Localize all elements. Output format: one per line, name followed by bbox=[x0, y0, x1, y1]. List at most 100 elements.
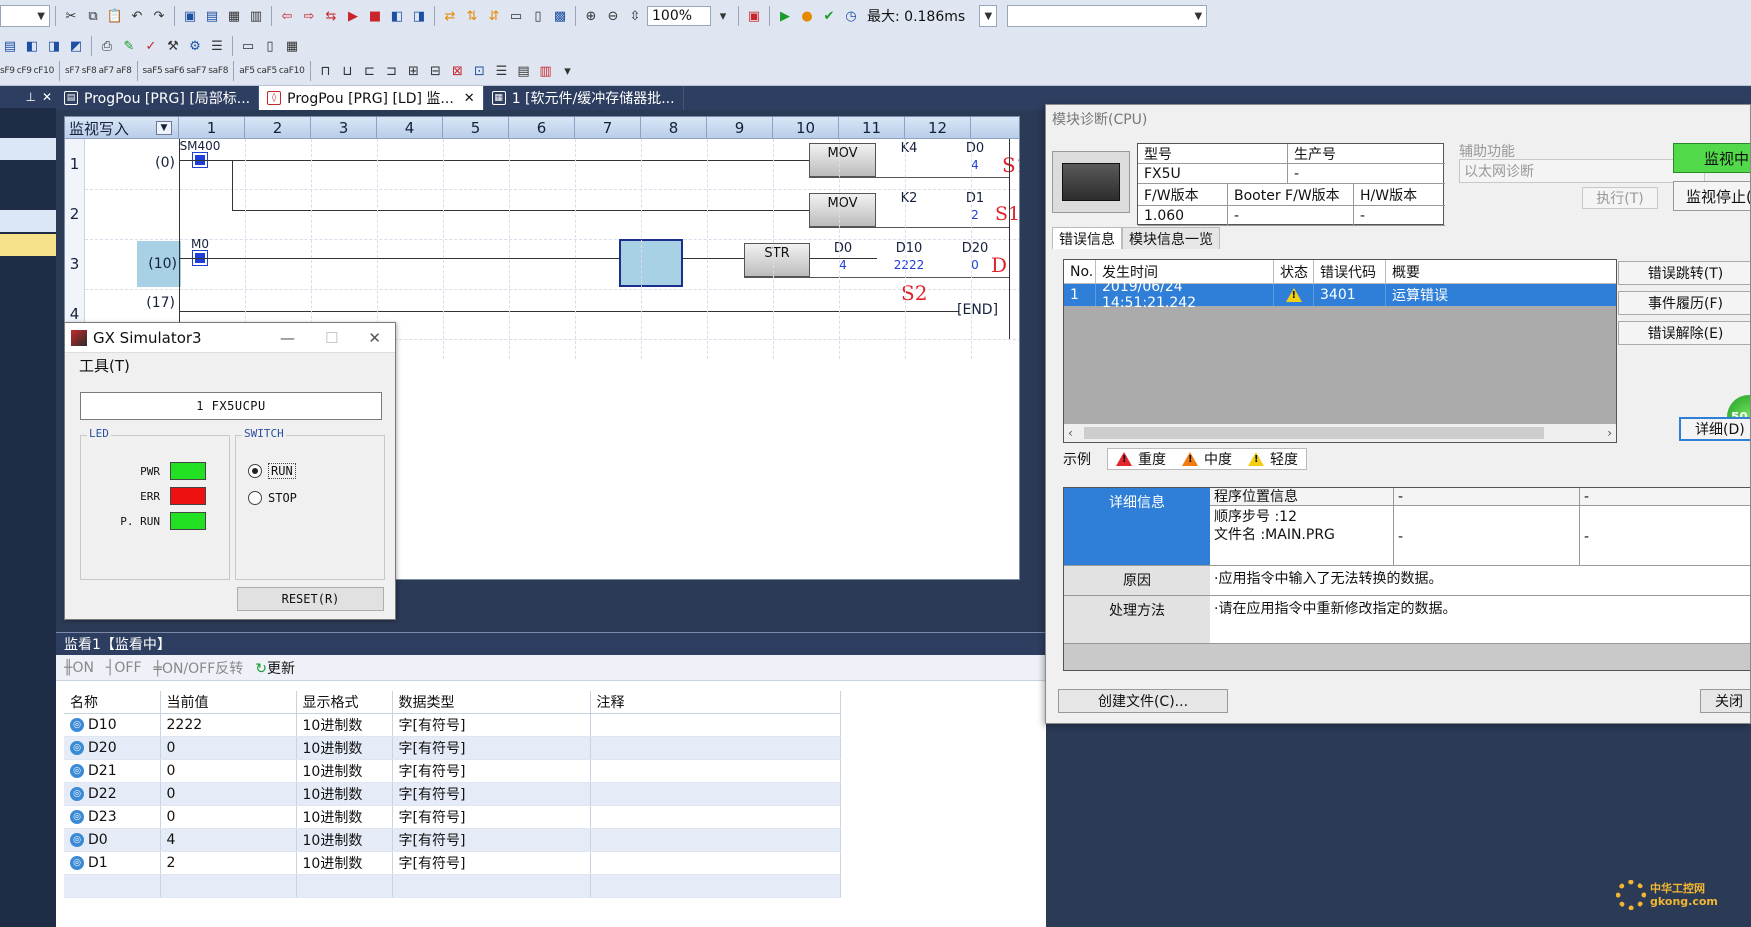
table-row[interactable]: ◎ D23 0 10进制数 字[有符号] bbox=[64, 805, 841, 829]
cell-value[interactable]: 4 bbox=[160, 828, 297, 852]
key-sf7[interactable]: sF7 bbox=[65, 66, 80, 76]
key-sf8[interactable]: sF8 bbox=[82, 66, 97, 76]
error-jump-button[interactable]: 错误跳转(T) bbox=[1618, 261, 1750, 285]
chevron-down-icon[interactable]: ▾ bbox=[558, 61, 578, 81]
device-search-icon[interactable]: ▣ bbox=[180, 6, 200, 26]
instruction-mov[interactable]: MOV bbox=[809, 193, 876, 227]
instruction-str[interactable]: STR bbox=[744, 243, 810, 277]
stop-monitoring-button[interactable]: 监视停止( bbox=[1673, 181, 1750, 211]
switch-run[interactable]: RUN bbox=[248, 462, 296, 480]
ladder-tool-icon-d[interactable]: ⊐ bbox=[382, 61, 402, 81]
minimize-icon[interactable]: — bbox=[280, 329, 295, 347]
key-caf10[interactable]: caF10 bbox=[279, 66, 305, 76]
toolbar-combo-right[interactable]: ▼ bbox=[1007, 5, 1208, 27]
cell-value[interactable]: 0 bbox=[160, 759, 297, 783]
chevron-down-icon[interactable]: ▼ bbox=[156, 121, 172, 135]
run-icon[interactable]: ▶ bbox=[775, 6, 795, 26]
scroll-left-icon[interactable]: ‹ bbox=[1068, 426, 1073, 440]
watch-refresh-button[interactable]: ↻更新 bbox=[255, 658, 295, 678]
table-row[interactable]: ◎ D1 2 10进制数 字[有符号] bbox=[64, 851, 841, 875]
key-saf7[interactable]: saF7 bbox=[186, 66, 206, 76]
column-header[interactable]: 数据类型 bbox=[392, 691, 591, 714]
cell-value[interactable]: 0 bbox=[160, 805, 297, 829]
detail-button[interactable]: 详细(D) bbox=[1679, 417, 1750, 441]
zoom-fit-icon[interactable]: ⇳ bbox=[625, 6, 645, 26]
switch-stop[interactable]: STOP bbox=[248, 489, 297, 507]
cell-value[interactable]: 0 bbox=[160, 782, 297, 806]
pin-icon[interactable]: ⊥ bbox=[25, 90, 35, 104]
column-header[interactable]: 当前值 bbox=[160, 691, 297, 714]
ladder-tool-icon-b[interactable]: ⊔ bbox=[338, 61, 358, 81]
menu-tools[interactable]: 工具(T) bbox=[79, 355, 130, 376]
key-af8[interactable]: aF8 bbox=[116, 66, 132, 76]
dev-statement-icon[interactable]: ◨ bbox=[44, 36, 64, 56]
window-icon-c[interactable]: ▩ bbox=[550, 6, 570, 26]
zoom-out-icon[interactable]: ⊖ bbox=[603, 6, 623, 26]
monitor-start-icon[interactable]: ▶ bbox=[343, 6, 363, 26]
key-saf8[interactable]: saF8 bbox=[208, 66, 228, 76]
ladder-tool-icon-i[interactable]: ☰ bbox=[492, 61, 512, 81]
undo-icon[interactable]: ↶ bbox=[127, 6, 147, 26]
layout-icon-a[interactable]: ▭ bbox=[238, 36, 258, 56]
tab-error-info[interactable]: 错误信息 bbox=[1052, 227, 1122, 249]
gx-simulator-window[interactable]: GX Simulator3 — ☐ ✕ 工具(T) 1 FX5UCPU LED … bbox=[64, 322, 396, 620]
simulator-icon[interactable]: ▣ bbox=[744, 6, 764, 26]
ladder-tool-icon-e[interactable]: ⊞ bbox=[404, 61, 424, 81]
create-file-button[interactable]: 创建文件(C)... bbox=[1058, 689, 1228, 713]
operand[interactable]: K2 bbox=[876, 191, 942, 207]
layout-icon-b[interactable]: ▯ bbox=[260, 36, 280, 56]
device-replace-icon[interactable]: ▤ bbox=[202, 6, 222, 26]
tab-local-labels[interactable]: ▤ ProgPou [PRG] [局部标... bbox=[56, 86, 260, 110]
copy-icon[interactable]: ⧉ bbox=[83, 6, 103, 26]
navigation-item[interactable] bbox=[0, 210, 56, 232]
tab-module-list[interactable]: 模块信息一览 bbox=[1122, 227, 1220, 249]
operand[interactable]: D0 4 bbox=[810, 241, 876, 273]
tab-ladder-monitor[interactable]: ◊ ProgPou [PRG] [LD] 监... ✕ bbox=[259, 86, 484, 110]
close-icon[interactable]: ✕ bbox=[368, 329, 381, 347]
layout-icon-c[interactable]: ▦ bbox=[282, 36, 302, 56]
read-plc-icon[interactable]: ⇦ bbox=[277, 6, 297, 26]
monitoring-button[interactable]: 监视中 bbox=[1673, 143, 1750, 173]
ladder-cursor[interactable] bbox=[619, 239, 683, 287]
paste-icon[interactable]: 📋 bbox=[105, 6, 125, 26]
scan-time-dropdown[interactable]: ▼ bbox=[979, 5, 998, 27]
operand[interactable]: K4 bbox=[876, 141, 942, 157]
transfer-icon-b[interactable]: ⇅ bbox=[462, 6, 482, 26]
print-icon[interactable]: ⎙ bbox=[97, 36, 117, 56]
radio-stop[interactable] bbox=[248, 491, 262, 505]
key-cf9[interactable]: cF9 bbox=[17, 66, 32, 76]
ladder-tool-icon-c[interactable]: ⊏ bbox=[360, 61, 380, 81]
write-plc-icon[interactable]: ⇨ bbox=[299, 6, 319, 26]
event-history-button[interactable]: 事件履历(F) bbox=[1618, 291, 1750, 315]
key-af7[interactable]: aF7 bbox=[98, 66, 114, 76]
module-diagnosis-window[interactable]: 模块诊断(CPU) 型号 生产号 FX5U - F/W版本 Booter F/W… bbox=[1045, 104, 1751, 724]
cell-value[interactable]: 2 bbox=[160, 851, 297, 875]
cell-value[interactable]: 0 bbox=[160, 736, 297, 760]
verify-icon[interactable]: ⇆ bbox=[321, 6, 341, 26]
key-sf9[interactable]: sF9 bbox=[0, 66, 15, 76]
check-icon[interactable]: ✓ bbox=[141, 36, 161, 56]
ladder-tool-icon-g[interactable]: ⊠ bbox=[448, 61, 468, 81]
tab-device-batch[interactable]: ▦ 1 [软元件/缓冲存储器批... bbox=[484, 86, 684, 110]
column-header[interactable]: No. bbox=[1064, 260, 1096, 283]
window-icon-a[interactable]: ▭ bbox=[506, 6, 526, 26]
dev-icon-b[interactable]: ◨ bbox=[409, 6, 429, 26]
instruction-mov[interactable]: MOV bbox=[809, 143, 876, 177]
key-caf5[interactable]: caF5 bbox=[257, 66, 277, 76]
table-row[interactable]: ◎ D10 2222 10进制数 字[有符号] bbox=[64, 713, 841, 737]
window-icon-b[interactable]: ▯ bbox=[528, 6, 548, 26]
scroll-right-icon[interactable]: › bbox=[1607, 426, 1612, 440]
table-row[interactable]: ◎ D20 0 10进制数 字[有符号] bbox=[64, 736, 841, 760]
scan-time-icon[interactable]: ◷ bbox=[841, 6, 861, 26]
error-row-selected[interactable]: 1 2019/06/24 14:51:21.242 3401 运算错误 bbox=[1064, 279, 1616, 311]
column-header[interactable]: 注释 bbox=[590, 691, 841, 714]
redo-icon[interactable]: ↷ bbox=[149, 6, 169, 26]
ladder-tool-icon-k[interactable]: ▥ bbox=[536, 61, 556, 81]
key-saf5[interactable]: saF5 bbox=[143, 66, 163, 76]
operand[interactable]: D10 2222 bbox=[876, 241, 942, 273]
navigation-item-selected[interactable] bbox=[0, 234, 56, 256]
zoom-select[interactable]: 100% bbox=[647, 6, 711, 26]
ladder-tool-icon-f[interactable]: ⊟ bbox=[426, 61, 446, 81]
column-header[interactable]: 状态 bbox=[1274, 260, 1314, 283]
column-header[interactable]: 概要 bbox=[1386, 260, 1616, 283]
